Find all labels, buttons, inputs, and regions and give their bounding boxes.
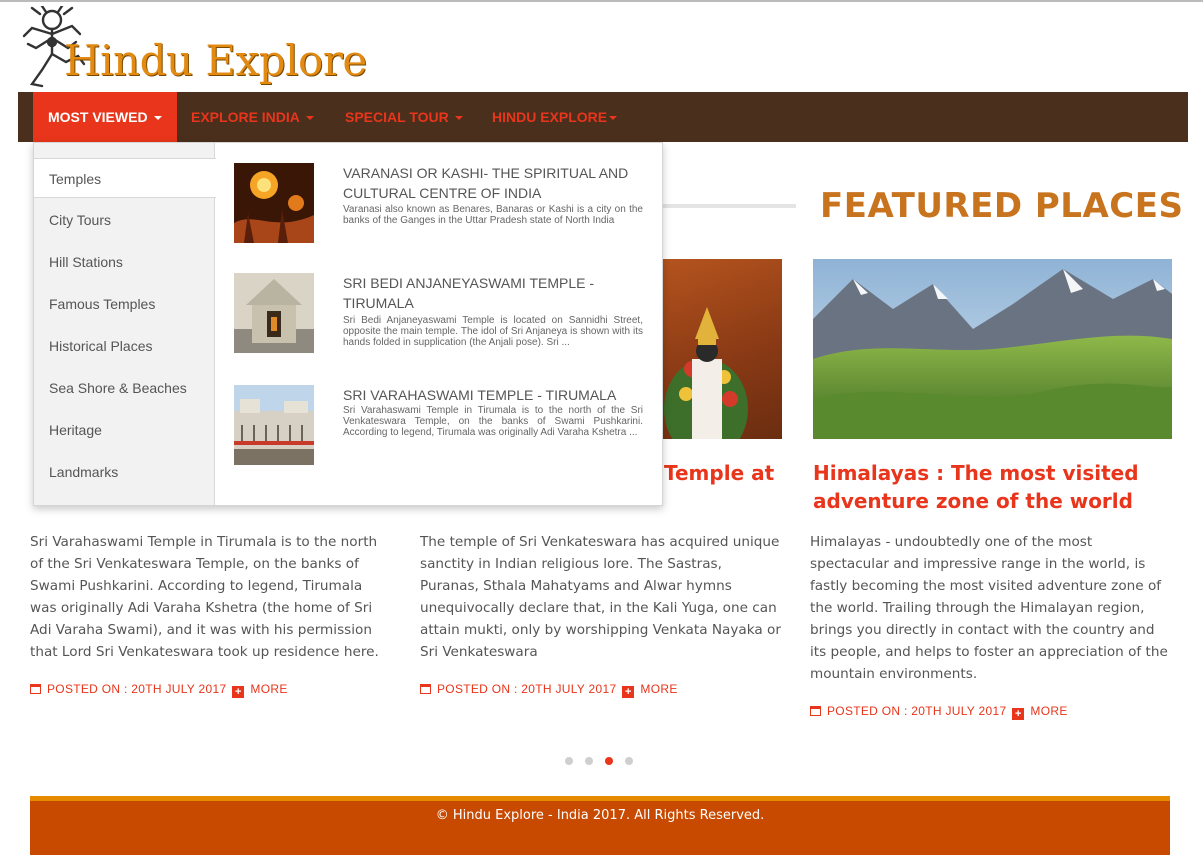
dropdown-item-famous-temples[interactable]: Famous Temples bbox=[34, 284, 215, 324]
posted-date: POSTED ON : 20TH JULY 2017 bbox=[437, 682, 617, 696]
dropdown-entry-varanasi[interactable]: VARANASI OR KASHI- THE SPIRITUAL AND CUL… bbox=[234, 163, 646, 245]
section-divider bbox=[660, 204, 796, 208]
plus-square-icon: + bbox=[622, 686, 635, 698]
carousel-dot-4[interactable] bbox=[625, 757, 633, 765]
more-link[interactable]: MORE bbox=[640, 682, 677, 696]
varahaswami-temple-image bbox=[234, 385, 314, 465]
mountain-landscape bbox=[813, 259, 1172, 439]
card-2-title[interactable]: Temple at bbox=[664, 459, 774, 487]
nav-hindu-explore[interactable]: HINDU EXPLORE bbox=[477, 92, 632, 142]
varanasi-thumbnail[interactable] bbox=[234, 163, 314, 243]
more-link[interactable]: MORE bbox=[250, 682, 287, 696]
posted-date: POSTED ON : 20TH JULY 2017 bbox=[827, 704, 1007, 718]
anjaneyaswami-thumbnail[interactable] bbox=[234, 273, 314, 353]
card-1-text: Sri Varahaswami Temple in Tirumala is to… bbox=[30, 534, 379, 660]
dropdown-top-spacer bbox=[34, 143, 215, 159]
dropdown-item-landmarks[interactable]: Landmarks bbox=[34, 452, 215, 492]
site-logo[interactable]: Hindu Explore bbox=[18, 6, 367, 90]
dropdown-item-hill-stations[interactable]: Hill Stations bbox=[34, 242, 215, 282]
dropdown-item-city-tours[interactable]: City Tours bbox=[34, 200, 215, 240]
card-3-meta: POSTED ON : 20TH JULY 2017 + MORE bbox=[810, 704, 1068, 720]
nav-explore-india[interactable]: EXPLORE INDIA bbox=[176, 92, 329, 142]
dropdown-item-heritage[interactable]: Heritage bbox=[34, 410, 215, 450]
nav-special-tour[interactable]: SPECIAL TOUR bbox=[330, 92, 478, 142]
top-border bbox=[0, 0, 1203, 2]
dropdown-item-sea-shore-beaches[interactable]: Sea Shore & Beaches bbox=[34, 368, 215, 408]
card-3-text: Himalayas - undoubtedly one of the most … bbox=[810, 534, 1168, 682]
entry-title[interactable]: VARANASI OR KASHI- THE SPIRITUAL AND CUL… bbox=[343, 163, 648, 203]
nav-label: MOST VIEWED bbox=[48, 109, 148, 125]
plus-square-icon: + bbox=[1012, 708, 1025, 720]
featured-heading: FEATURED PLACES bbox=[820, 186, 1184, 226]
caret-down-icon bbox=[609, 116, 618, 121]
card-3-title[interactable]: Himalayas : The most visited adventure z… bbox=[813, 459, 1153, 515]
plus-square-icon: + bbox=[232, 686, 245, 698]
logo-text: Hindu Explore bbox=[64, 36, 367, 85]
more-link[interactable]: MORE bbox=[1030, 704, 1067, 718]
copyright-text: © Hindu Explore - India 2017. All Rights… bbox=[435, 808, 765, 823]
dropdown-item-historical-places[interactable]: Historical Places bbox=[34, 326, 215, 366]
dropdown-item-temples[interactable]: Temples bbox=[34, 158, 216, 198]
venkateswara-image[interactable] bbox=[662, 259, 782, 439]
dropdown-category-list: Temples City Tours Hill Stations Famous … bbox=[34, 143, 216, 505]
main-navbar: MOST VIEWED EXPLORE INDIA SPECIAL TOUR H… bbox=[18, 92, 1188, 142]
most-viewed-dropdown: Temples City Tours Hill Stations Famous … bbox=[33, 142, 663, 506]
card-1-meta: POSTED ON : 20TH JULY 2017 + MORE bbox=[30, 682, 288, 698]
dropdown-entry-varahaswami[interactable]: SRI VARAHASWAMI TEMPLE - TIRUMALA Sri Va… bbox=[234, 385, 646, 467]
carousel-dot-3[interactable] bbox=[605, 757, 613, 765]
entry-description: Sri Varahaswami Temple in Tirumala is to… bbox=[343, 405, 643, 438]
caret-down-icon bbox=[454, 116, 463, 121]
entry-description: Varanasi also known as Benares, Banaras … bbox=[343, 204, 643, 226]
nav-most-viewed[interactable]: MOST VIEWED bbox=[33, 92, 177, 142]
varanasi-ghats-image bbox=[234, 163, 314, 243]
caret-down-icon bbox=[153, 116, 162, 121]
entry-title[interactable]: SRI BEDI ANJANEYASWAMI TEMPLE - TIRUMALA bbox=[343, 273, 648, 313]
himalayas-image[interactable] bbox=[813, 259, 1172, 439]
card-2-text: The temple of Sri Venkateswara has acqui… bbox=[420, 534, 781, 660]
calendar-icon bbox=[30, 684, 41, 694]
carousel-dot-2[interactable] bbox=[585, 757, 593, 765]
nav-label: SPECIAL TOUR bbox=[345, 109, 449, 125]
entry-description: Sri Bedi Anjaneyaswami Temple is located… bbox=[343, 315, 643, 348]
caret-down-icon bbox=[305, 116, 314, 121]
nav-label: EXPLORE INDIA bbox=[191, 109, 300, 125]
nav-label: HINDU EXPLORE bbox=[492, 109, 608, 125]
calendar-icon bbox=[420, 684, 431, 694]
dropdown-entry-anjaneyaswami[interactable]: SRI BEDI ANJANEYASWAMI TEMPLE - TIRUMALA… bbox=[234, 273, 646, 355]
calendar-icon bbox=[810, 706, 821, 716]
entry-title[interactable]: SRI VARAHASWAMI TEMPLE - TIRUMALA bbox=[343, 385, 648, 405]
site-footer: © Hindu Explore - India 2017. All Rights… bbox=[30, 796, 1170, 855]
card-2-meta: POSTED ON : 20TH JULY 2017 + MORE bbox=[420, 682, 678, 698]
varahaswami-thumbnail[interactable] bbox=[234, 385, 314, 465]
deity-illustration bbox=[664, 307, 748, 439]
carousel-dot-1[interactable] bbox=[565, 757, 573, 765]
posted-date: POSTED ON : 20TH JULY 2017 bbox=[47, 682, 227, 696]
anjaneya-shrine-image bbox=[234, 273, 314, 353]
